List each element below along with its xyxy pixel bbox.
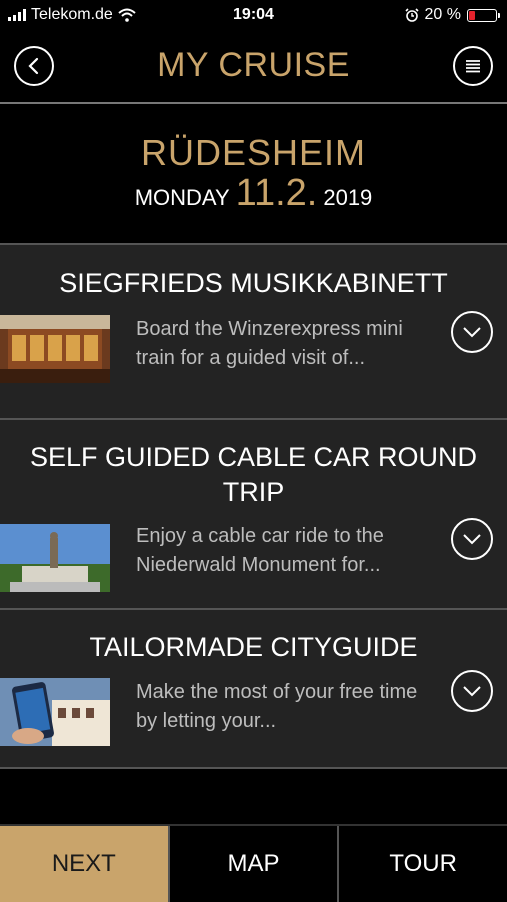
excursion-thumbnail: [0, 315, 110, 383]
excursion-thumbnail: [0, 678, 110, 746]
excursion-card[interactable]: SIEGFRIEDS MUSIKKABINETT Board the Winze…: [0, 245, 507, 420]
chevron-down-icon: [463, 686, 481, 697]
battery-icon: [467, 8, 500, 22]
tab-map[interactable]: MAP: [167, 826, 338, 902]
expand-button[interactable]: [451, 670, 493, 712]
excursion-title: SELF GUIDED CABLE CAR ROUND TRIP: [29, 442, 478, 507]
excursion-card[interactable]: SELF GUIDED CABLE CAR ROUND TRIP Enjoy a…: [0, 420, 507, 610]
header-divider: [0, 102, 507, 104]
status-right: 20 %: [404, 6, 500, 24]
excursion-card[interactable]: TAILORMADE CITYGUIDE Make the most of yo…: [0, 610, 507, 769]
tab-next[interactable]: NEXT: [0, 826, 168, 902]
date-number: 11.2.: [235, 172, 318, 214]
battery-percent: 20 %: [424, 6, 461, 23]
menu-button[interactable]: [453, 46, 493, 86]
bottom-tab-bar: NEXT MAP TOUR: [0, 824, 507, 902]
excursion-list: SIEGFRIEDS MUSIKKABINETT Board the Winze…: [0, 243, 507, 769]
chevron-down-icon: [463, 327, 481, 338]
app-header: MY CRUISE: [0, 30, 507, 102]
excursion-title: SIEGFRIEDS MUSIKKABINETT: [59, 268, 448, 298]
city-name: RÜDESHEIM: [140, 132, 367, 173]
hamburger-menu-icon: [466, 60, 480, 73]
excursion-thumbnail: [0, 524, 110, 592]
year: 2019: [323, 185, 373, 210]
weekday: MONDAY: [134, 185, 230, 210]
alarm-icon: [404, 8, 419, 22]
chevron-down-icon: [463, 534, 481, 545]
expand-button[interactable]: [451, 311, 493, 353]
excursion-description: Enjoy a cable car ride to the Niederwald…: [136, 525, 384, 576]
excursion-description: Board the Winzerexpress mini train for a…: [136, 318, 403, 369]
expand-button[interactable]: [451, 518, 493, 560]
date-line: MONDAY 11.2. 2019: [0, 172, 507, 215]
excursion-description: Make the most of your free time by letti…: [136, 681, 418, 732]
status-bar: Telekom.de 19:04 20 %: [0, 0, 507, 30]
page-title: MY CRUISE: [157, 46, 350, 84]
tab-tour[interactable]: TOUR: [337, 826, 507, 902]
excursion-title: TAILORMADE CITYGUIDE: [89, 632, 418, 662]
